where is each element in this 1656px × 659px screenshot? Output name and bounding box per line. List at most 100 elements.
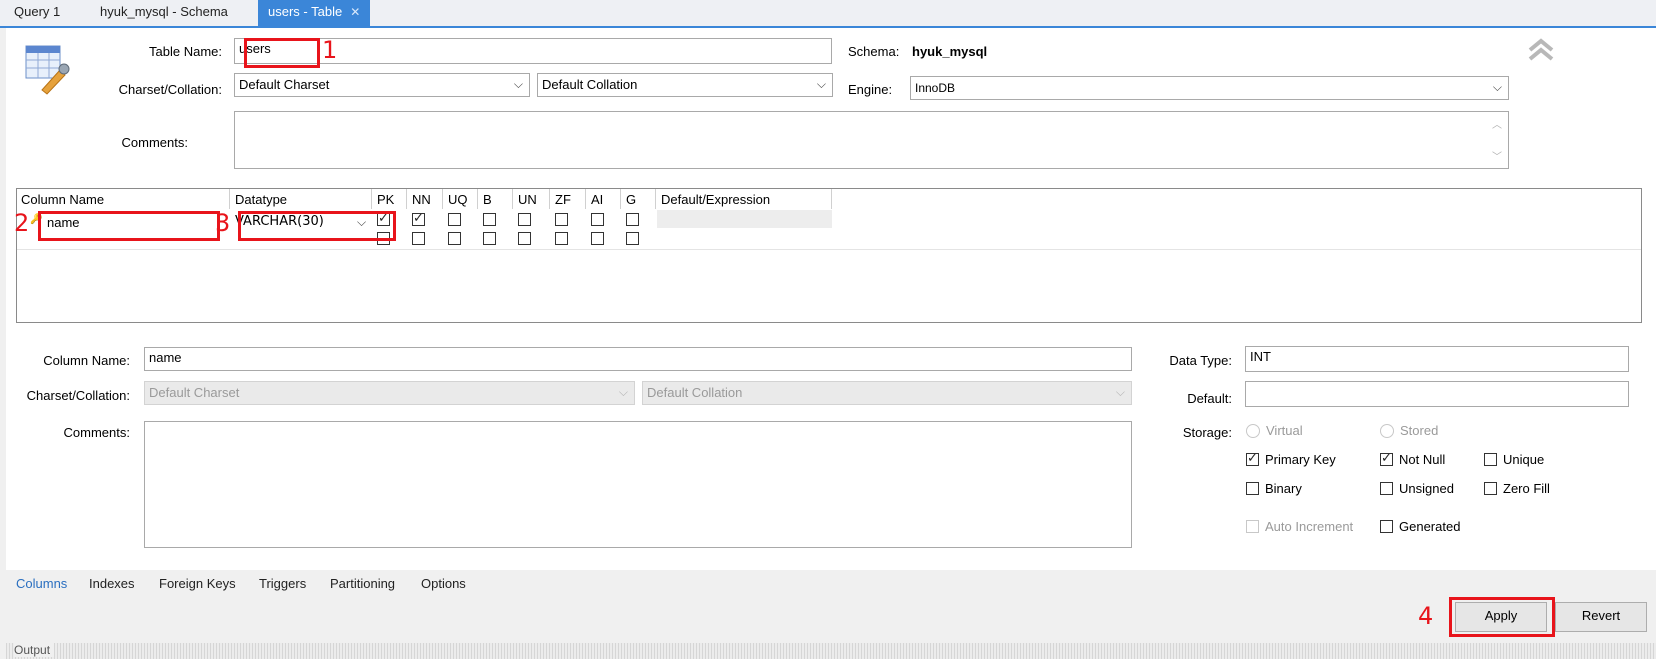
virtual-radio[interactable]: Virtual [1246, 423, 1303, 439]
select-value: Default Collation [542, 77, 638, 92]
checkbox-box [1484, 482, 1497, 496]
table-comments-label: Comments: [121, 135, 188, 150]
primary-key-label: Primary Key [1265, 452, 1336, 467]
uq-checkbox[interactable] [448, 213, 461, 226]
table-comments-textarea[interactable]: ︿ ﹀ [234, 111, 1509, 169]
engine-label: Engine: [848, 82, 893, 97]
chevron-down-icon: ⌵ [618, 385, 628, 399]
stored-radio[interactable]: Stored [1380, 423, 1438, 439]
zf-checkbox[interactable] [555, 213, 568, 226]
column-collation-select[interactable]: Default Collation ⌵ [642, 381, 1132, 405]
default-expression-cell[interactable] [657, 210, 832, 228]
auto-increment-label: Auto Increment [1265, 519, 1354, 534]
not-null-label: Not Null [1399, 452, 1446, 467]
close-icon[interactable]: ✕ [350, 5, 360, 19]
radio-circle [1246, 423, 1260, 438]
annotation-number-4: 4 [1418, 602, 1434, 630]
tab-query-1[interactable]: Query 1 [14, 0, 60, 26]
header-default-expression[interactable]: Default/Expression [661, 192, 770, 207]
header-nn[interactable]: NN [412, 192, 431, 207]
checkbox-box [1246, 482, 1259, 496]
column-name-input[interactable]: name [144, 347, 1132, 371]
select-value: Default Charset [239, 77, 330, 92]
nn-checkbox[interactable] [412, 210, 425, 226]
binary-label: Binary [1265, 481, 1302, 496]
tab-schema[interactable]: hyuk_mysql - Schema [100, 0, 228, 26]
collapse-icon[interactable] [1528, 38, 1554, 62]
tab-options[interactable]: Options [421, 576, 466, 591]
tab-indexes[interactable]: Indexes [89, 576, 135, 591]
column-charset-label: Charset/Collation: [26, 388, 130, 403]
scroll-up-icon[interactable]: ︿ [1492, 116, 1502, 131]
column-comments-textarea[interactable] [144, 421, 1132, 548]
revert-button[interactable]: Revert [1555, 602, 1647, 632]
chevron-down-icon: ⌵ [816, 77, 826, 91]
tab-foreign-keys[interactable]: Foreign Keys [159, 576, 236, 591]
column-comments-label: Comments: [63, 425, 130, 440]
checkbox-box [1484, 453, 1497, 467]
nn-checkbox[interactable] [412, 232, 425, 245]
header-un[interactable]: UN [518, 192, 537, 207]
schema-label: Schema: [848, 44, 900, 59]
checkbox-box [1380, 482, 1393, 496]
checkbox-box [1246, 450, 1259, 467]
tab-columns[interactable]: Columns [16, 576, 67, 591]
table-charset-select[interactable]: Default Charset ⌵ [234, 73, 530, 97]
data-type-input[interactable]: INT [1245, 346, 1629, 372]
checkbox-box [1380, 450, 1393, 467]
chevron-down-icon: ⌵ [1492, 80, 1502, 94]
un-checkbox[interactable] [518, 213, 531, 226]
annotation-number-2: 2 [14, 209, 30, 237]
unique-label: Unique [1503, 452, 1545, 467]
ai-checkbox[interactable] [591, 232, 604, 245]
zero-fill-checkbox[interactable]: Zero Fill [1484, 481, 1550, 496]
charset-collation-label: Charset/Collation: [118, 82, 222, 97]
checkbox-box [1380, 520, 1393, 534]
generated-label: Generated [1399, 519, 1461, 534]
tab-triggers[interactable]: Triggers [259, 576, 306, 591]
column-charset-select[interactable]: Default Charset ⌵ [144, 381, 635, 405]
table-collation-select[interactable]: Default Collation ⌵ [537, 73, 833, 97]
header-b[interactable]: B [483, 192, 492, 207]
annotation-box-3 [238, 211, 396, 241]
table-name-label: Table Name: [149, 44, 222, 59]
annotation-number-1: 1 [322, 36, 338, 64]
engine-select[interactable]: InnoDB ⌵ [910, 76, 1509, 100]
unique-checkbox[interactable]: Unique [1484, 452, 1544, 467]
data-type-label: Data Type: [1169, 353, 1232, 368]
g-checkbox[interactable] [626, 213, 639, 226]
unsigned-checkbox[interactable]: Unsigned [1380, 481, 1454, 496]
tab-partitioning[interactable]: Partitioning [330, 576, 395, 591]
ai-checkbox[interactable] [591, 213, 604, 226]
primary-key-checkbox[interactable]: Primary Key [1246, 450, 1336, 467]
binary-checkbox[interactable]: Binary [1246, 481, 1302, 496]
annotation-box-1 [244, 38, 320, 68]
header-uq[interactable]: UQ [448, 192, 468, 207]
default-input[interactable] [1245, 381, 1629, 407]
output-panel-header[interactable]: Output [6, 643, 1656, 659]
table-settings-icon [25, 45, 70, 95]
editor-subtabs: Columns Indexes Foreign Keys Triggers Pa… [6, 570, 1656, 596]
header-g[interactable]: G [626, 192, 636, 207]
header-ai[interactable]: AI [591, 192, 603, 207]
storage-label: Storage: [1182, 425, 1232, 440]
header-pk[interactable]: PK [377, 192, 394, 207]
tab-label: hyuk_mysql - Schema [100, 4, 228, 19]
generated-checkbox[interactable]: Generated [1380, 519, 1460, 534]
b-checkbox[interactable] [483, 213, 496, 226]
g-checkbox[interactable] [626, 232, 639, 245]
unsigned-label: Unsigned [1399, 481, 1454, 496]
schema-value: hyuk_mysql [912, 44, 988, 59]
not-null-checkbox[interactable]: Not Null [1380, 450, 1446, 467]
auto-increment-checkbox[interactable]: Auto Increment [1246, 519, 1353, 534]
scroll-down-icon[interactable]: ﹀ [1492, 148, 1502, 163]
header-column-name[interactable]: Column Name [21, 192, 104, 207]
header-datatype[interactable]: Datatype [235, 192, 287, 207]
tab-users-table[interactable]: users - Table ✕ [258, 0, 371, 26]
header-zf[interactable]: ZF [555, 192, 571, 207]
columns-grid: Column Name Datatype PK NN UQ B UN ZF AI… [16, 188, 1642, 323]
zf-checkbox[interactable] [555, 232, 568, 245]
uq-checkbox[interactable] [448, 232, 461, 245]
un-checkbox[interactable] [518, 232, 531, 245]
b-checkbox[interactable] [483, 232, 496, 245]
